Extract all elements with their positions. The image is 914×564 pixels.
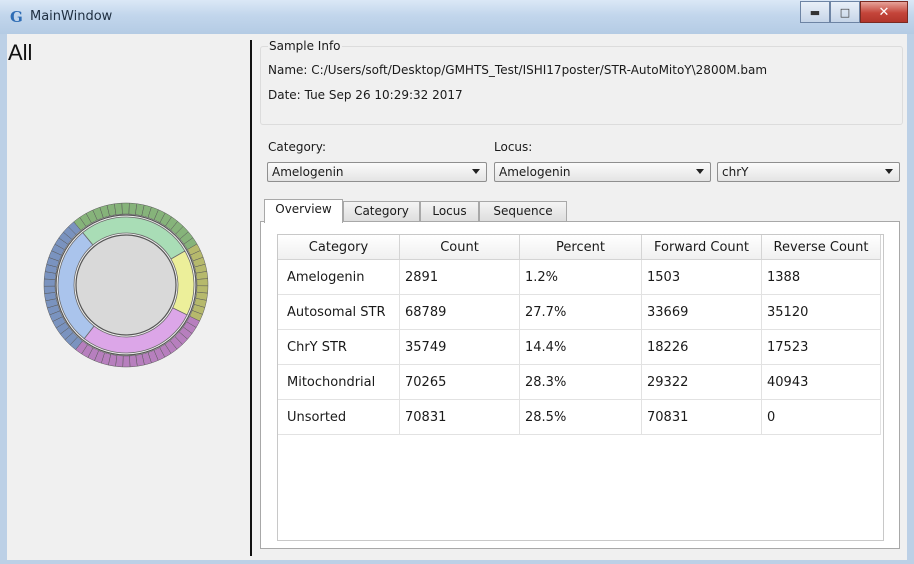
table-cell[interactable]: 68789 xyxy=(399,294,520,330)
maximize-icon: □ xyxy=(839,5,851,19)
close-button[interactable]: ✕ xyxy=(860,1,908,23)
table-cell[interactable]: 17523 xyxy=(761,329,881,365)
chevron-down-icon xyxy=(696,169,704,174)
table-row[interactable]: Autosomal STR 68789 27.7% 33669 35120 xyxy=(278,294,881,330)
table-cell[interactable]: 18226 xyxy=(641,329,762,365)
tab-category[interactable]: Category xyxy=(343,201,420,221)
close-icon: ✕ xyxy=(878,4,890,20)
table-cell[interactable]: 2891 xyxy=(399,259,520,295)
locus-select-value: Amelogenin xyxy=(499,165,571,179)
client-area: All Sample Info Name: C:/Users/soft/Desk… xyxy=(7,34,907,560)
app-icon: G xyxy=(10,8,23,26)
category-label: Category: xyxy=(268,140,326,154)
sample-name-value: C:/Users/soft/Desktop/GMHTS_Test/ISHI17p… xyxy=(311,63,768,77)
window-title: MainWindow xyxy=(30,9,113,24)
table-cell[interactable]: 40943 xyxy=(761,364,881,400)
table-cell[interactable]: 28.3% xyxy=(519,364,642,400)
minimize-button[interactable]: ▬ xyxy=(800,1,830,23)
table-cell[interactable]: 33669 xyxy=(641,294,762,330)
sample-info-group: Sample Info Name: C:/Users/soft/Desktop/… xyxy=(260,39,903,125)
sunburst-outer-segment[interactable] xyxy=(114,202,123,215)
table-cell[interactable]: Mitochondrial xyxy=(278,364,400,400)
table-cell[interactable]: 70831 xyxy=(399,399,520,435)
splitter-handle[interactable] xyxy=(250,40,252,556)
sunburst-outer-segment[interactable] xyxy=(43,278,56,287)
table-cell[interactable]: 70265 xyxy=(399,364,520,400)
table-cell[interactable]: 29322 xyxy=(641,364,762,400)
table-cell[interactable]: 28.5% xyxy=(519,399,642,435)
column-header-reverse-count[interactable]: Reverse Count xyxy=(761,235,881,260)
chevron-down-icon xyxy=(885,169,893,174)
tab-overview[interactable]: Overview xyxy=(264,199,343,223)
category-select[interactable]: Amelogenin xyxy=(267,162,487,182)
table-cell[interactable]: 0 xyxy=(761,399,881,435)
chromosome-select[interactable]: chrY xyxy=(717,162,900,182)
column-header-percent[interactable]: Percent xyxy=(519,235,642,260)
overview-tab-panel: Category Count Percent Forward Count Rev… xyxy=(260,221,900,549)
table-row[interactable]: Unsorted 70831 28.5% 70831 0 xyxy=(278,399,881,435)
sample-info-title: Sample Info xyxy=(268,39,342,53)
chevron-down-icon xyxy=(472,169,480,174)
table-cell[interactable]: 35749 xyxy=(399,329,520,365)
sample-name-line: Name: C:/Users/soft/Desktop/GMHTS_Test/I… xyxy=(268,63,767,77)
category-select-value: Amelogenin xyxy=(272,165,344,179)
sample-name-label: Name: xyxy=(268,63,308,77)
column-header-forward-count[interactable]: Forward Count xyxy=(641,235,762,260)
sunburst-outer-segment[interactable] xyxy=(121,202,130,215)
sunburst-outer-segment[interactable] xyxy=(129,355,138,368)
tab-locus[interactable]: Locus xyxy=(420,201,479,221)
table-cell[interactable]: 14.4% xyxy=(519,329,642,365)
main-window: G MainWindow ▬ □ ✕ All Sample Info Name:… xyxy=(0,0,914,564)
window-controls: ▬ □ ✕ xyxy=(800,1,908,23)
minimize-icon: ▬ xyxy=(809,5,821,19)
left-panel: All xyxy=(7,34,249,560)
chromosome-select-value: chrY xyxy=(722,165,749,179)
column-header-count[interactable]: Count xyxy=(399,235,520,260)
table-cell[interactable]: Unsorted xyxy=(278,399,400,435)
sample-date-line: Date: Tue Sep 26 10:29:32 2017 xyxy=(268,88,463,102)
table-cell[interactable]: 1.2% xyxy=(519,259,642,295)
right-panel: Sample Info Name: C:/Users/soft/Desktop/… xyxy=(257,34,907,560)
title-bar[interactable]: G MainWindow ▬ □ ✕ xyxy=(0,0,914,34)
tab-sequence[interactable]: Sequence xyxy=(479,201,567,221)
sample-date-label: Date: xyxy=(268,88,301,102)
table-cell[interactable]: ChrY STR xyxy=(278,329,400,365)
table-row[interactable]: ChrY STR 35749 14.4% 18226 17523 xyxy=(278,329,881,365)
sunburst-heading: All xyxy=(8,40,33,65)
locus-select[interactable]: Amelogenin xyxy=(494,162,711,182)
column-header-category[interactable]: Category xyxy=(278,235,400,260)
sunburst-outer-segment[interactable] xyxy=(122,355,131,368)
table-cell[interactable]: 35120 xyxy=(761,294,881,330)
sample-date-value: Tue Sep 26 10:29:32 2017 xyxy=(304,88,463,102)
table-row[interactable]: Amelogenin 2891 1.2% 1503 1388 xyxy=(278,259,881,295)
locus-label: Locus: xyxy=(494,140,533,154)
category-table: Category Count Percent Forward Count Rev… xyxy=(278,235,881,435)
table-row[interactable]: Mitochondrial 70265 28.3% 29322 40943 xyxy=(278,364,881,400)
sunburst-chart[interactable] xyxy=(43,202,209,368)
sunburst-outer-segment[interactable] xyxy=(43,285,56,294)
table-header-row: Category Count Percent Forward Count Rev… xyxy=(278,235,881,260)
maximize-button[interactable]: □ xyxy=(830,1,860,23)
table-cell[interactable]: 27.7% xyxy=(519,294,642,330)
sunburst-center[interactable] xyxy=(75,234,177,336)
table-cell[interactable]: 1503 xyxy=(641,259,762,295)
table-cell[interactable]: Amelogenin xyxy=(278,259,400,295)
sunburst-outer-segment[interactable] xyxy=(196,278,209,287)
table-cell[interactable]: Autosomal STR xyxy=(278,294,400,330)
table-cell[interactable]: 70831 xyxy=(641,399,762,435)
table-cell[interactable]: 1388 xyxy=(761,259,881,295)
